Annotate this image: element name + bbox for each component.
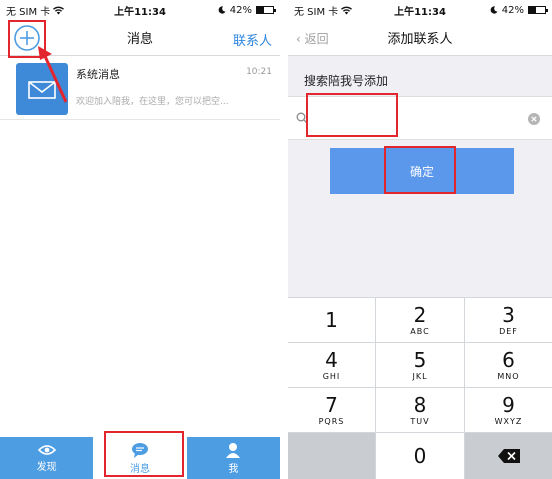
key-6[interactable]: 6 MNO <box>465 343 552 387</box>
battery-percent: 42% <box>229 4 252 16</box>
key-8[interactable]: 8 TUV <box>376 388 464 432</box>
delete-key[interactable] <box>465 433 552 479</box>
key-7[interactable]: 7 PQRS <box>288 388 375 432</box>
add-contact-screen: 无 SIM 卡 上午11:34 42% 添加联系人 ‹ 返回 搜索陪我号添加 确… <box>288 0 552 479</box>
key-4-letters: GHI <box>322 371 341 381</box>
search-section-label: 搜索陪我号添加 <box>304 74 389 88</box>
key-5-letters: JKL <box>412 371 428 381</box>
message-time: 10:21 <box>246 67 272 77</box>
message-title: 系统消息 <box>76 68 120 81</box>
key-1[interactable]: 1 <box>288 298 375 342</box>
tab-me[interactable]: 我 <box>186 437 280 479</box>
key-8-digit: 8 <box>413 392 427 417</box>
key-5-digit: 5 <box>413 347 427 372</box>
battery-icon <box>256 6 276 14</box>
tab-bar: 发现 消息 我 <box>0 437 280 479</box>
key-1-digit: 1 <box>325 308 338 332</box>
battery-icon <box>528 6 548 14</box>
contacts-link[interactable]: 联系人 <box>233 30 272 49</box>
status-bar: 无 SIM 卡 上午11:34 42% <box>0 0 280 20</box>
search-icon <box>296 112 308 124</box>
search-box <box>288 96 552 140</box>
messages-screen: 无 SIM 卡 上午11:34 42% 消息 联系人 系统消息 10:21 欢迎… <box>0 0 280 479</box>
search-input[interactable] <box>314 105 514 133</box>
key-2-letters: ABC <box>410 326 430 336</box>
tab-me-label: 我 <box>228 463 239 475</box>
status-bar: 无 SIM 卡 上午11:34 42% <box>288 0 552 20</box>
key-3-digit: 3 <box>502 302 515 327</box>
key-0[interactable]: 0 <box>376 433 464 479</box>
moon-icon <box>490 6 498 14</box>
key-0-digit: 0 <box>413 444 427 468</box>
clear-icon[interactable] <box>528 113 540 125</box>
tab-discover[interactable]: 发现 <box>0 437 94 479</box>
key-7-letters: PQRS <box>318 416 345 426</box>
key-5[interactable]: 5 JKL <box>376 343 464 387</box>
key-blank <box>288 433 375 479</box>
key-2[interactable]: 2 ABC <box>376 298 464 342</box>
page-title: 添加联系人 <box>387 32 453 47</box>
battery-fill <box>529 7 536 13</box>
key-4-digit: 4 <box>325 347 338 372</box>
tab-messages[interactable]: 消息 <box>93 437 187 479</box>
person-icon <box>226 442 241 458</box>
key-9[interactable]: 9 WXYZ <box>465 388 552 432</box>
chat-icon <box>131 442 148 458</box>
message-preview: 欢迎加入陪我，在这里，您可以把空... <box>76 97 229 107</box>
backspace-icon <box>497 449 520 463</box>
key-2-digit: 2 <box>413 302 427 327</box>
key-8-letters: TUV <box>410 416 430 426</box>
confirm-label: 确定 <box>409 164 434 179</box>
key-6-digit: 6 <box>502 347 515 372</box>
confirm-button[interactable]: 确定 <box>330 148 514 194</box>
arrow-annotation-icon <box>38 46 68 103</box>
tutorial-screenshot: 无 SIM 卡 上午11:34 42% 消息 联系人 系统消息 10:21 欢迎… <box>0 0 552 479</box>
chevron-left-icon: ‹ <box>296 32 305 46</box>
key-9-letters: WXYZ <box>494 416 523 426</box>
key-4[interactable]: 4 GHI <box>288 343 375 387</box>
tab-messages-label: 消息 <box>129 463 150 475</box>
battery-percent: 42% <box>501 4 524 16</box>
moon-icon <box>218 6 226 14</box>
back-button[interactable]: ‹ 返回 <box>296 30 329 47</box>
page-title: 消息 <box>126 32 153 47</box>
eye-icon <box>37 444 56 455</box>
key-6-letters: MNO <box>497 371 520 381</box>
key-3[interactable]: 3 DEF <box>465 298 552 342</box>
key-7-digit: 7 <box>325 392 338 417</box>
key-3-letters: DEF <box>499 326 518 336</box>
tab-discover-label: 发现 <box>36 461 57 473</box>
numeric-keypad: 1 2 ABC 3 DEF 4 GHI 5 JKL 6 MNO 7 PQRS 8… <box>288 297 552 479</box>
battery-fill <box>257 7 264 13</box>
back-label: 返回 <box>304 32 329 46</box>
key-9-digit: 9 <box>502 392 515 417</box>
